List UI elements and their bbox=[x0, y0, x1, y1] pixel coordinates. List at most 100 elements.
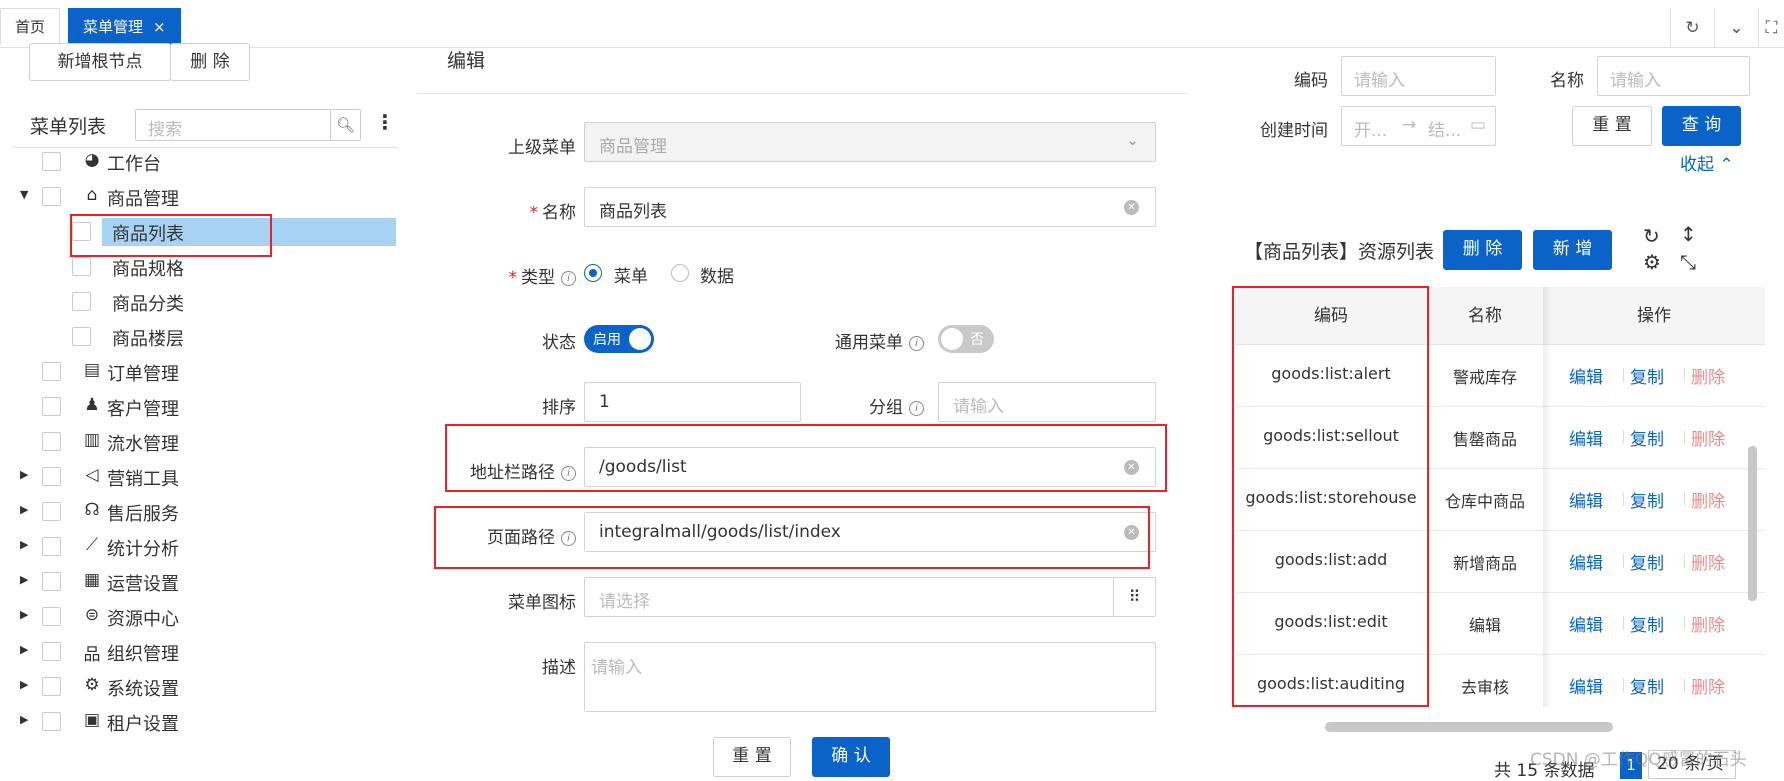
group-input[interactable]: 请输入 bbox=[938, 382, 1156, 422]
type-menu-radio[interactable] bbox=[584, 264, 602, 282]
tree-item-label: 工作台 bbox=[107, 154, 161, 175]
tree-item[interactable]: ▶ ☊ 售后服务 bbox=[12, 496, 398, 528]
expand-arrow-icon[interactable]: ▶ bbox=[20, 538, 28, 551]
row-copy-link[interactable]: 复制 bbox=[1630, 611, 1664, 636]
info-icon: i bbox=[909, 336, 924, 351]
expand-arrow-icon[interactable]: ▶ bbox=[20, 643, 28, 656]
row-delete-link[interactable]: 删除 bbox=[1691, 487, 1725, 512]
tree-checkbox[interactable] bbox=[42, 642, 61, 661]
horizontal-scrollbar[interactable] bbox=[1325, 722, 1613, 732]
delete-node-button[interactable]: 删 除 bbox=[170, 43, 250, 81]
resource-delete-button[interactable]: 删 除 bbox=[1443, 230, 1522, 270]
expand-arrow-icon[interactable]: ▶ bbox=[20, 713, 28, 726]
row-copy-link[interactable]: 复制 bbox=[1630, 425, 1664, 450]
tab-home[interactable]: 首页 bbox=[0, 8, 61, 45]
tree-item[interactable]: 商品分类 bbox=[12, 286, 398, 318]
resource-add-button[interactable]: 新 增 bbox=[1533, 230, 1612, 270]
tree-item[interactable]: ▶ ⚙ 系统设置 bbox=[12, 671, 398, 703]
column-height-icon[interactable]: ↕ bbox=[1680, 222, 1697, 246]
row-copy-link[interactable]: 复制 bbox=[1630, 673, 1664, 698]
row-delete-link[interactable]: 删除 bbox=[1691, 363, 1725, 388]
tree-item[interactable]: ▶ ⟋ 统计分析 bbox=[12, 531, 398, 563]
row-copy-link[interactable]: 复制 bbox=[1630, 549, 1664, 574]
expand-arrow-icon[interactable]: ▶ bbox=[20, 608, 28, 621]
form-reset-button[interactable]: 重 置 bbox=[713, 737, 791, 777]
tree-checkbox[interactable] bbox=[42, 572, 61, 591]
grid-icon[interactable]: ⠿ bbox=[1113, 578, 1155, 616]
tree-checkbox[interactable] bbox=[42, 537, 61, 556]
expand-arrow-icon[interactable]: ▶ bbox=[20, 573, 28, 586]
refresh-icon[interactable]: ↻ bbox=[1643, 224, 1660, 248]
expand-arrow-icon[interactable]: ▼ bbox=[20, 188, 28, 201]
tree-item[interactable]: ♟ 客户管理 bbox=[12, 391, 398, 423]
row-delete-link[interactable]: 删除 bbox=[1691, 549, 1725, 574]
add-root-node-button[interactable]: 新增根节点 bbox=[29, 43, 171, 81]
row-edit-link[interactable]: 编辑 bbox=[1569, 487, 1603, 512]
tree-item[interactable]: ▥ 流水管理 bbox=[12, 426, 398, 458]
type-data-radio[interactable] bbox=[671, 264, 689, 282]
name-filter-input[interactable]: 请输入 bbox=[1597, 56, 1750, 96]
row-delete-link[interactable]: 删除 bbox=[1691, 425, 1725, 450]
chevron-down-icon[interactable]: ⌄ bbox=[1714, 8, 1758, 48]
tree-item[interactable]: 商品楼层 bbox=[12, 321, 398, 353]
row-edit-link[interactable]: 编辑 bbox=[1569, 549, 1603, 574]
tree-item[interactable]: ▶ 品组织管理 bbox=[12, 636, 398, 668]
close-icon[interactable]: × bbox=[153, 18, 166, 36]
row-edit-link[interactable]: 编辑 bbox=[1569, 611, 1603, 636]
collapse-link[interactable]: 收起 ⌃ bbox=[1680, 150, 1734, 175]
tree-checkbox[interactable] bbox=[72, 292, 91, 311]
tree-item[interactable]: ▶ ⊜ 资源中心 bbox=[12, 601, 398, 633]
type-menu-label[interactable]: 菜单 bbox=[614, 262, 648, 287]
menu-icon-select[interactable]: 请选择 ⠿ bbox=[584, 577, 1156, 617]
refresh-icon[interactable]: ↻ bbox=[1670, 8, 1714, 48]
code-filter-input[interactable]: 请输入 bbox=[1341, 56, 1496, 96]
tree-search-input[interactable]: 搜索 🔍︎ bbox=[135, 109, 361, 141]
tree-item[interactable]: ▼ ⌂ 商品管理 bbox=[12, 181, 398, 213]
tab-menu-management[interactable]: 菜单管理 × bbox=[68, 8, 181, 45]
tree-item[interactable]: ◕ 工作台 bbox=[12, 146, 398, 178]
filter-reset-button[interactable]: 重 置 bbox=[1572, 106, 1652, 146]
tree-checkbox[interactable] bbox=[42, 432, 61, 451]
tree-item[interactable]: ▶ ▣ 租户设置 bbox=[12, 706, 398, 738]
clear-icon[interactable]: ✕ bbox=[1124, 200, 1139, 215]
row-delete-link[interactable]: 删除 bbox=[1691, 673, 1725, 698]
tree-checkbox[interactable] bbox=[42, 677, 61, 696]
expand-arrow-icon[interactable]: ▶ bbox=[20, 468, 28, 481]
tree-checkbox[interactable] bbox=[72, 327, 91, 346]
query-button[interactable]: 查 询 bbox=[1662, 106, 1741, 146]
row-copy-link[interactable]: 复制 bbox=[1630, 363, 1664, 388]
tree-item[interactable]: ▤ 订单管理 bbox=[12, 356, 398, 388]
row-edit-link[interactable]: 编辑 bbox=[1569, 425, 1603, 450]
status-switch[interactable]: 启用 bbox=[584, 325, 654, 353]
sort-input[interactable]: 1 bbox=[584, 382, 801, 422]
tree-checkbox[interactable] bbox=[72, 257, 91, 276]
row-delete-link[interactable]: 删除 bbox=[1691, 611, 1725, 636]
row-edit-link[interactable]: 编辑 bbox=[1569, 363, 1603, 388]
tree-checkbox[interactable] bbox=[42, 607, 61, 626]
type-data-label[interactable]: 数据 bbox=[700, 262, 734, 287]
date-range-picker[interactable]: 开... → 结... ▭ bbox=[1341, 106, 1496, 146]
more-vertical-icon[interactable]: ⋮ bbox=[375, 110, 395, 134]
row-copy-link[interactable]: 复制 bbox=[1630, 487, 1664, 512]
form-confirm-button[interactable]: 确 认 bbox=[812, 737, 890, 777]
vertical-scrollbar[interactable] bbox=[1748, 446, 1757, 601]
expand-arrow-icon[interactable]: ▶ bbox=[20, 678, 28, 691]
tree-checkbox[interactable] bbox=[42, 152, 61, 171]
tree-item[interactable]: ▶ ◁ 营销工具 bbox=[12, 461, 398, 493]
expand-arrow-icon[interactable]: ▶ bbox=[20, 503, 28, 516]
tree-checkbox[interactable] bbox=[42, 502, 61, 521]
description-textarea[interactable]: 请输入 bbox=[584, 642, 1156, 712]
tree-item[interactable]: ▶ ▦ 运营设置 bbox=[12, 566, 398, 598]
common-menu-switch[interactable]: 否 bbox=[938, 325, 994, 353]
tree-checkbox[interactable] bbox=[42, 187, 61, 206]
search-icon[interactable]: 🔍︎ bbox=[330, 110, 360, 140]
fullscreen-icon[interactable]: ⛶ bbox=[1758, 8, 1784, 48]
row-edit-link[interactable]: 编辑 bbox=[1569, 673, 1603, 698]
expand-icon[interactable]: ⤡ bbox=[1680, 250, 1696, 274]
name-input[interactable]: 商品列表 ✕ bbox=[584, 187, 1156, 227]
tree-checkbox[interactable] bbox=[42, 467, 61, 486]
tree-checkbox[interactable] bbox=[42, 362, 61, 381]
gear-icon[interactable]: ⚙ bbox=[1643, 250, 1661, 274]
tree-checkbox[interactable] bbox=[42, 712, 61, 731]
tree-checkbox[interactable] bbox=[42, 397, 61, 416]
